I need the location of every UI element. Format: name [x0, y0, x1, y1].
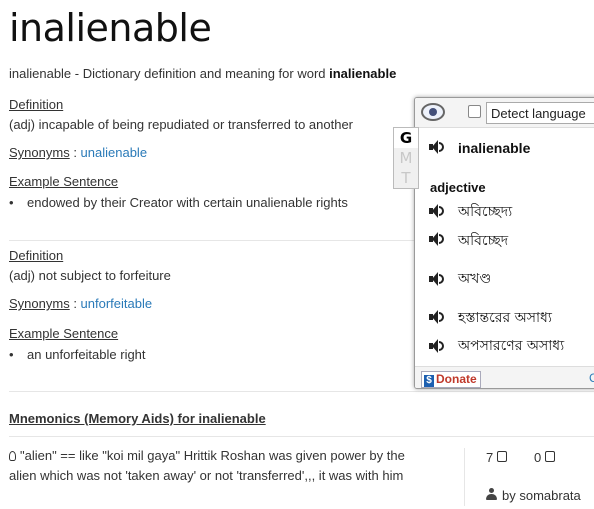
subtitle-text: inalienable - Dictionary definition and …	[9, 66, 330, 81]
synonym-link-1[interactable]: unalienable	[81, 145, 148, 160]
paypal-icon: $	[424, 375, 434, 387]
author-line: by somabrata	[502, 488, 581, 503]
synonyms-label-2[interactable]: Synonyms	[9, 296, 70, 311]
example-label-1[interactable]: Example Sentence	[9, 174, 118, 189]
subtitle-word: inalienable	[329, 66, 397, 81]
divider	[9, 240, 419, 241]
speaker-icon[interactable]	[429, 339, 445, 353]
synonym-link-2[interactable]: unforfeitable	[81, 296, 153, 311]
speaker-icon[interactable]	[429, 140, 445, 154]
mnemonic-line-2: alien which was not 'taken away' or not …	[9, 468, 404, 483]
translation-item: হস্তান্তরের অসাধ্য	[458, 310, 552, 326]
lightbulb-icon	[9, 451, 16, 461]
user-icon	[486, 488, 497, 500]
footer-link[interactable]: C	[589, 371, 594, 385]
example-item-1: endowed by their Creator with certain un…	[0, 195, 348, 210]
donate-button[interactable]: $ Donate	[421, 371, 481, 388]
synonyms-row-2: Synonyms : unforfeitable	[9, 296, 152, 311]
example-item-2: an unforfeitable right	[0, 347, 146, 362]
speaker-icon[interactable]	[429, 272, 445, 286]
part-of-speech: adjective	[430, 180, 486, 195]
author-prefix: by	[502, 488, 520, 503]
tab-translator[interactable]: T	[394, 168, 418, 188]
upvote-count: 7	[486, 450, 494, 465]
translation-item: অবিচ্ছেদ	[458, 233, 509, 249]
divider	[9, 391, 594, 392]
speaker-icon[interactable]	[429, 232, 445, 246]
thumbs-up-icon[interactable]	[497, 451, 507, 462]
translator-popup: Detect language inalienable adjective অব…	[414, 97, 594, 389]
synonyms-sep-1: :	[69, 145, 81, 160]
definition-text-2: (adj) not subject to forfeiture	[9, 268, 171, 283]
definition-label-1[interactable]: Definition	[9, 97, 63, 112]
popup-footer: $Donate C	[415, 366, 594, 388]
author-name[interactable]: somabrata	[519, 488, 580, 503]
definition-label-2[interactable]: Definition	[9, 248, 63, 263]
synonyms-row-1: Synonyms : unalienable	[9, 145, 147, 160]
speaker-icon[interactable]	[429, 310, 445, 324]
translation-item: অবিচ্ছেদ্য	[458, 204, 513, 220]
synonyms-label-1[interactable]: Synonyms	[9, 145, 70, 160]
mnemonic-line-1: "alien" == like "koi mil gaya" Hrittik R…	[20, 448, 405, 463]
page-subtitle: inalienable - Dictionary definition and …	[9, 66, 396, 81]
synonyms-sep-2: :	[69, 296, 81, 311]
popup-source-word: inalienable	[458, 140, 531, 156]
popup-toolbar: Detect language	[415, 98, 594, 128]
donate-label: Donate	[436, 372, 477, 386]
detect-language-select[interactable]: Detect language	[486, 102, 594, 124]
page-title: inalienable	[9, 6, 212, 50]
example-label-2[interactable]: Example Sentence	[9, 326, 118, 341]
speaker-icon[interactable]	[429, 204, 445, 218]
mnemonics-title[interactable]: Mnemonics (Memory Aids) for inalienable	[9, 411, 266, 426]
translation-item: অখণ্ড	[458, 271, 492, 287]
vote-separator	[464, 448, 465, 506]
tab-microsoft[interactable]: M	[394, 148, 418, 168]
tab-google[interactable]: G	[394, 128, 418, 148]
detect-language-checkbox[interactable]	[468, 105, 481, 118]
translator-side-tabs: G M T	[393, 127, 419, 189]
translation-item: অপসারণের অসাধ্য	[458, 338, 565, 354]
divider	[9, 436, 594, 437]
definition-text-1: (adj) incapable of being repudiated or t…	[9, 117, 353, 132]
downvote-count: 0	[534, 450, 542, 465]
chat-bubble-icon[interactable]	[421, 103, 445, 121]
thumbs-down-icon[interactable]	[545, 451, 555, 462]
